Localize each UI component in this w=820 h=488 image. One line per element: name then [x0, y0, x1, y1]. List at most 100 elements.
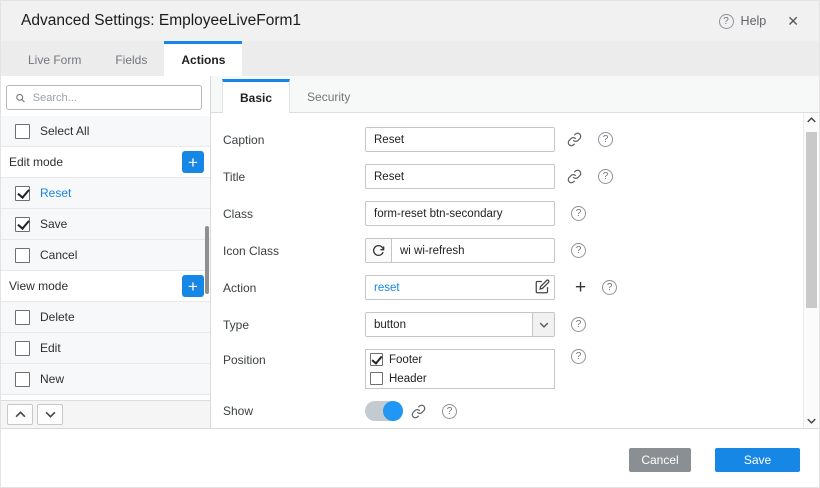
- sidebar-item-edit[interactable]: Edit: [1, 333, 210, 364]
- edit-action-icon[interactable]: [535, 279, 550, 294]
- sidebar-item-label: Edit: [40, 341, 61, 355]
- cancel-button[interactable]: Cancel: [629, 448, 691, 472]
- sidebar-group-view-mode: View mode +: [1, 271, 210, 302]
- save-button[interactable]: Save: [715, 448, 800, 472]
- sidebar-item-label: Reset: [40, 186, 71, 200]
- help-icon[interactable]: [598, 132, 613, 147]
- delete-checkbox[interactable]: [15, 310, 30, 325]
- titlebar-actions: Help ✕: [719, 14, 799, 29]
- sidebar-group-edit-mode: Edit mode +: [1, 147, 210, 178]
- advanced-settings-dialog: Advanced Settings: EmployeeLiveForm1 Hel…: [0, 0, 820, 488]
- sidebar-item-label: Save: [40, 217, 67, 231]
- save-checkbox[interactable]: [15, 217, 30, 232]
- sidebar-item-select-all[interactable]: Select All: [1, 116, 210, 147]
- scroll-down-icon[interactable]: [804, 414, 819, 428]
- add-action-plus-icon[interactable]: +: [575, 278, 586, 297]
- icon-class-label: Icon Class: [223, 244, 365, 258]
- option-label: Header: [389, 373, 427, 385]
- panel-scrollbar-thumb[interactable]: [806, 132, 817, 308]
- help-icon[interactable]: [602, 280, 617, 295]
- caption-input[interactable]: [365, 127, 555, 152]
- type-select-value: button: [366, 319, 406, 331]
- title-input[interactable]: [365, 164, 555, 189]
- bind-link-icon[interactable]: [567, 132, 582, 147]
- move-up-button[interactable]: [7, 404, 33, 425]
- help-icon[interactable]: [442, 404, 457, 419]
- add-action-icon[interactable]: +: [182, 275, 204, 297]
- main-tab-bar: Live Form Fields Actions: [1, 41, 819, 76]
- refresh-icon: [366, 239, 392, 262]
- position-listbox: Footer Header: [365, 349, 555, 389]
- search-wrap: [1, 76, 210, 116]
- sidebar-item-label: Delete: [40, 310, 75, 324]
- type-select[interactable]: button: [365, 312, 555, 337]
- position-row: Position Footer Header: [223, 349, 791, 389]
- icon-class-input[interactable]: [392, 239, 554, 262]
- new-checkbox[interactable]: [15, 372, 30, 387]
- move-down-button[interactable]: [37, 404, 63, 425]
- help-icon[interactable]: [598, 169, 613, 184]
- sidebar-item-delete[interactable]: Delete: [1, 302, 210, 333]
- bind-link-icon[interactable]: [411, 404, 426, 419]
- title-label: Title: [223, 170, 365, 184]
- reset-checkbox[interactable]: [15, 186, 30, 201]
- action-settings-panel: Basic Security Caption Title: [211, 76, 819, 428]
- sidebar-item-cancel[interactable]: Cancel: [1, 240, 210, 271]
- class-input[interactable]: [365, 201, 555, 226]
- help-icon[interactable]: [571, 243, 586, 258]
- dialog-titlebar: Advanced Settings: EmployeeLiveForm1 Hel…: [1, 1, 819, 41]
- panel-tab-bar: Basic Security: [211, 76, 819, 113]
- actions-sidebar: Select All Edit mode + Reset Save Cancel…: [1, 76, 211, 428]
- help-icon[interactable]: [719, 14, 734, 29]
- add-action-icon[interactable]: +: [182, 151, 204, 173]
- tab-live-form[interactable]: Live Form: [11, 41, 98, 76]
- dialog-body: Select All Edit mode + Reset Save Cancel…: [1, 76, 819, 428]
- sidebar-item-label: Select All: [40, 124, 89, 138]
- sidebar-scrollbar-thumb[interactable]: [205, 226, 209, 294]
- class-row: Class: [223, 201, 791, 226]
- edit-checkbox[interactable]: [15, 341, 30, 356]
- position-option-header[interactable]: Header: [366, 369, 554, 388]
- tab-basic[interactable]: Basic: [222, 79, 290, 113]
- tab-fields[interactable]: Fields: [98, 41, 164, 76]
- header-checkbox[interactable]: [370, 372, 383, 385]
- help-icon[interactable]: [571, 349, 586, 364]
- sidebar-item-new[interactable]: New: [1, 364, 210, 395]
- action-field: [365, 275, 555, 300]
- scroll-up-icon[interactable]: [804, 113, 819, 127]
- cancel-checkbox[interactable]: [15, 248, 30, 263]
- sidebar-item-reset[interactable]: Reset: [1, 178, 210, 209]
- caption-row: Caption: [223, 127, 791, 152]
- search-input[interactable]: [33, 92, 193, 104]
- search-box[interactable]: [6, 85, 202, 110]
- action-input[interactable]: [365, 275, 555, 300]
- panel-scrollbar[interactable]: [803, 113, 819, 428]
- tab-security[interactable]: Security: [290, 78, 367, 112]
- position-label: Position: [223, 349, 365, 367]
- help-icon[interactable]: [571, 317, 586, 332]
- sidebar-item-save[interactable]: Save: [1, 209, 210, 240]
- sidebar-reorder-bar: [1, 400, 210, 428]
- footer-checkbox[interactable]: [370, 353, 383, 366]
- search-icon: [15, 92, 26, 104]
- dialog-footer: Cancel Save: [1, 428, 819, 488]
- help-icon[interactable]: [571, 206, 586, 221]
- select-all-checkbox[interactable]: [15, 124, 30, 139]
- action-label: Action: [223, 281, 365, 295]
- caption-label: Caption: [223, 133, 365, 147]
- help-link[interactable]: Help: [741, 14, 767, 28]
- basic-settings-form: Caption Title Class: [211, 113, 819, 421]
- title-row: Title: [223, 164, 791, 189]
- show-toggle[interactable]: [365, 401, 403, 421]
- show-row: Show: [223, 401, 791, 421]
- position-option-footer[interactable]: Footer: [366, 350, 554, 369]
- tab-actions[interactable]: Actions: [164, 41, 242, 76]
- sidebar-item-label: Cancel: [40, 248, 77, 262]
- chevron-down-icon: [532, 313, 554, 336]
- bind-link-icon[interactable]: [567, 169, 582, 184]
- icon-class-row: Icon Class: [223, 238, 791, 263]
- class-label: Class: [223, 207, 365, 221]
- close-icon[interactable]: ✕: [787, 14, 799, 28]
- show-icons: [403, 404, 457, 419]
- icon-class-field: [365, 238, 555, 263]
